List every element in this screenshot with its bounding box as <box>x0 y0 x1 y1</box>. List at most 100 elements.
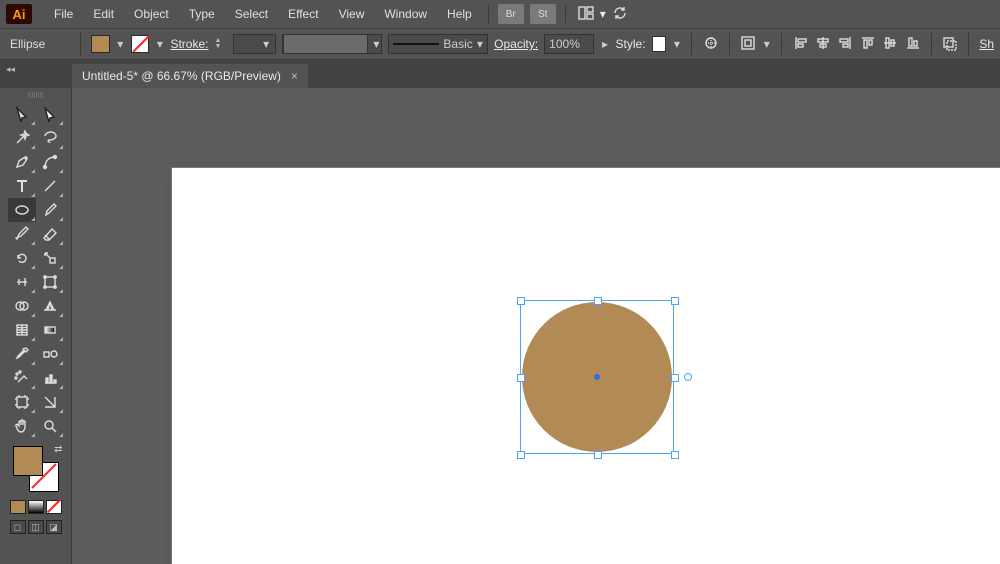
selection-handle[interactable] <box>517 374 525 382</box>
opacity-label[interactable]: Opacity: <box>494 37 538 51</box>
fill-colorwell[interactable] <box>13 446 43 476</box>
selection-handle[interactable] <box>671 374 679 382</box>
document-tab-close-icon[interactable]: × <box>291 69 298 83</box>
canvas-area[interactable] <box>72 88 1000 564</box>
menu-file[interactable]: File <box>44 0 83 28</box>
graphic-style-dropdown[interactable]: ▾ <box>672 37 681 51</box>
draw-mode-normal[interactable]: ◻ <box>10 520 26 534</box>
selection-tool[interactable] <box>8 102 36 126</box>
selection-type-label: Ellipse <box>6 37 70 51</box>
swap-fill-stroke-icon[interactable]: ⇄ <box>54 444 62 455</box>
menu-view[interactable]: View <box>329 0 375 28</box>
fill-swatch[interactable] <box>91 35 109 53</box>
perspective-grid-tool[interactable] <box>36 294 64 318</box>
graphic-style-swatch[interactable] <box>652 36 667 52</box>
recolor-artwork-icon[interactable] <box>702 35 718 54</box>
align-to-dropdown[interactable]: ▾ <box>762 37 771 51</box>
fill-stroke-colorwell[interactable]: ⇄ <box>13 446 59 492</box>
menu-select[interactable]: Select <box>225 0 278 28</box>
eraser-tool[interactable] <box>36 222 64 246</box>
style-label: Style: <box>616 37 646 51</box>
color-mode-solid[interactable] <box>10 500 26 514</box>
stroke-weight-combo[interactable]: ▾ <box>233 34 276 54</box>
pencil-tool[interactable] <box>8 222 36 246</box>
align-right-icon[interactable] <box>837 35 853 54</box>
opacity-dropdown[interactable]: ▸ <box>600 37 609 51</box>
paintbrush-tool[interactable] <box>36 198 64 222</box>
menu-help[interactable]: Help <box>437 0 482 28</box>
selection-handle[interactable] <box>671 297 679 305</box>
bridge-button[interactable]: Br <box>498 4 524 24</box>
color-mode-gradient[interactable] <box>28 500 44 514</box>
shape-properties-link[interactable]: Sh <box>979 37 994 51</box>
align-bottom-icon[interactable] <box>905 35 921 54</box>
width-tool[interactable] <box>8 270 36 294</box>
color-mode-none[interactable] <box>46 500 62 514</box>
artboard-tool[interactable] <box>8 390 36 414</box>
panel-grip[interactable] <box>7 92 65 98</box>
hand-tool[interactable] <box>8 414 36 438</box>
scale-tool[interactable] <box>36 246 64 270</box>
selection-handle[interactable] <box>517 297 525 305</box>
arrange-documents-dropdown[interactable]: ▾ <box>600 7 606 21</box>
toolpanel-collapse-icon[interactable]: ◂◂ <box>6 64 15 75</box>
free-transform-tool[interactable] <box>36 270 64 294</box>
gradient-tool[interactable] <box>36 318 64 342</box>
stock-button[interactable]: St <box>530 4 556 24</box>
direct-selection-tool[interactable] <box>36 102 64 126</box>
zoom-tool[interactable] <box>36 414 64 438</box>
live-shape-widget[interactable] <box>684 373 692 381</box>
selection-center-point[interactable] <box>594 374 600 380</box>
stroke-swatch-none[interactable] <box>131 35 149 53</box>
ellipse-tool[interactable] <box>8 198 36 222</box>
type-tool[interactable] <box>8 174 36 198</box>
menu-edit[interactable]: Edit <box>83 0 124 28</box>
selection-handle[interactable] <box>594 451 602 459</box>
document-tab-bar: ◂◂ Untitled-5* @ 66.67% (RGB/Preview) × <box>0 60 1000 88</box>
stroke-label[interactable]: Stroke: <box>170 37 208 51</box>
align-vcenter-icon[interactable] <box>882 35 898 54</box>
menu-type[interactable]: Type <box>179 0 225 28</box>
align-to-selection-icon[interactable] <box>740 35 756 54</box>
magic-wand-tool[interactable] <box>8 126 36 150</box>
column-graph-tool[interactable] <box>36 366 64 390</box>
divider <box>691 33 692 55</box>
fill-dropdown[interactable]: ▾ <box>116 37 125 51</box>
mesh-tool[interactable] <box>8 318 36 342</box>
stroke-weight-stepper[interactable]: ▲▼ <box>214 35 227 53</box>
pen-tool[interactable] <box>8 150 36 174</box>
menu-object[interactable]: Object <box>124 0 179 28</box>
selection-handle[interactable] <box>671 451 679 459</box>
curvature-tool[interactable] <box>36 150 64 174</box>
artboard[interactable] <box>172 168 1000 564</box>
app-logo[interactable]: Ai <box>6 4 32 24</box>
align-hcenter-icon[interactable] <box>815 35 831 54</box>
menu-window[interactable]: Window <box>374 0 437 28</box>
stroke-swatch-dropdown[interactable]: ▾ <box>155 37 164 51</box>
symbol-sprayer-tool[interactable] <box>8 366 36 390</box>
align-top-icon[interactable] <box>860 35 876 54</box>
draw-mode-inside[interactable]: ◪ <box>46 520 62 534</box>
selection-handle[interactable] <box>517 451 525 459</box>
opacity-combo[interactable]: 100% <box>544 34 594 54</box>
document-tab[interactable]: Untitled-5* @ 66.67% (RGB/Preview) × <box>72 64 308 88</box>
divider <box>931 33 932 55</box>
slice-tool[interactable] <box>36 390 64 414</box>
transform-icon[interactable] <box>942 35 958 54</box>
shape-builder-tool[interactable] <box>8 294 36 318</box>
selection-handle[interactable] <box>594 297 602 305</box>
variable-width-profile[interactable]: ▾ <box>282 34 382 54</box>
eyedropper-tool[interactable] <box>8 342 36 366</box>
menu-effect[interactable]: Effect <box>278 0 328 28</box>
brush-definition-combo[interactable]: Basic ▾ <box>388 34 488 54</box>
line-segment-tool[interactable] <box>36 174 64 198</box>
arrange-documents-icon[interactable] <box>578 5 594 24</box>
tools-panel: ⇄ ◻ ◫ ◪ <box>0 88 72 564</box>
lasso-tool[interactable] <box>36 126 64 150</box>
align-left-icon[interactable] <box>792 35 808 54</box>
screen-mode-row: ◻ ◫ ◪ <box>10 520 62 534</box>
draw-mode-behind[interactable]: ◫ <box>28 520 44 534</box>
rotate-tool[interactable] <box>8 246 36 270</box>
sync-settings-icon[interactable] <box>612 5 628 24</box>
blend-tool[interactable] <box>36 342 64 366</box>
